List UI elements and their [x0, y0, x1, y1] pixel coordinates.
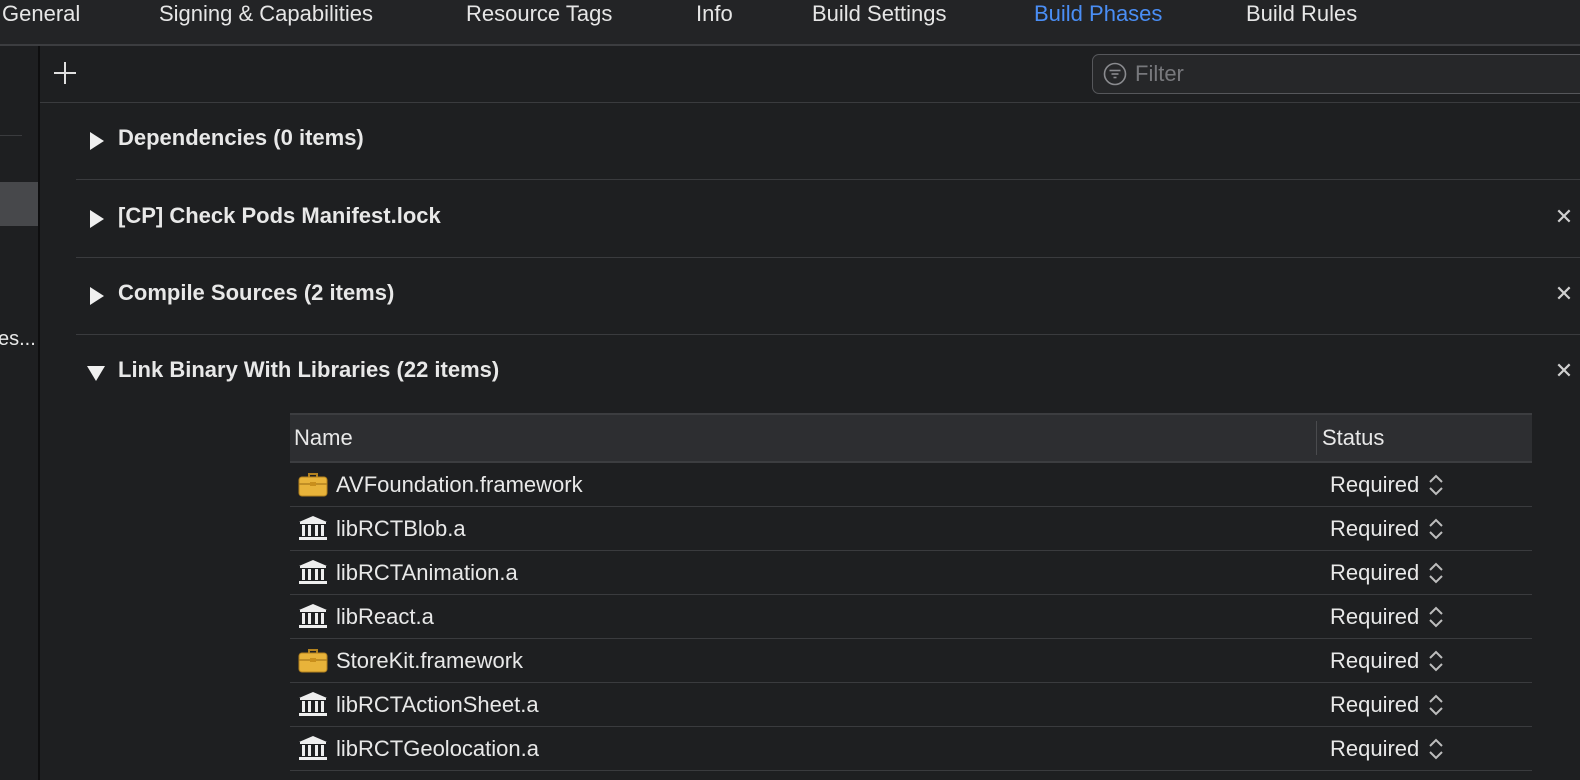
- chevron-up-down-icon[interactable]: [1428, 517, 1444, 541]
- library-building-icon: [298, 691, 328, 717]
- library-name: StoreKit.framework: [336, 648, 524, 673]
- library-name: libRCTGeolocation.a: [336, 736, 539, 761]
- table-row[interactable]: StoreKit.framework Required: [290, 639, 1532, 683]
- library-name: libRCTAnimation.a: [336, 560, 518, 585]
- sidebar-divider: [0, 135, 22, 136]
- status-popup[interactable]: Required: [1330, 472, 1419, 498]
- phase-compile-sources: Compile Sources (2 items) ✕: [76, 257, 1580, 335]
- libraries-table: Name Status AVFoundation.framework Requir…: [290, 413, 1532, 771]
- phases-toolbar: [40, 46, 1580, 103]
- phase-title[interactable]: [CP] Check Pods Manifest.lock: [118, 203, 441, 229]
- tab-bar: General Signing & Capabilities Resource …: [0, 0, 1580, 46]
- status-popup[interactable]: Required: [1330, 516, 1419, 542]
- filter-icon: [1103, 62, 1127, 86]
- filter-input[interactable]: [1135, 59, 1575, 89]
- status-popup[interactable]: Required: [1330, 648, 1419, 674]
- phase-dependencies: Dependencies (0 items): [76, 102, 1580, 180]
- library-name: libReact.a: [336, 604, 434, 629]
- tab-info[interactable]: Info: [696, 0, 733, 28]
- phase-title[interactable]: Compile Sources (2 items): [118, 280, 394, 306]
- chevron-up-down-icon[interactable]: [1428, 473, 1444, 497]
- status-popup[interactable]: Required: [1330, 736, 1419, 762]
- column-header-status[interactable]: Status: [1322, 425, 1384, 451]
- table-row[interactable]: libRCTBlob.a Required: [290, 507, 1532, 551]
- tab-build-settings[interactable]: Build Settings: [812, 0, 947, 28]
- status-popup[interactable]: Required: [1330, 692, 1419, 718]
- status-popup[interactable]: Required: [1330, 560, 1419, 586]
- plus-icon[interactable]: [50, 58, 80, 88]
- tab-resource-tags[interactable]: Resource Tags: [466, 0, 612, 28]
- targets-sidebar: es...: [0, 46, 40, 780]
- phase-title[interactable]: Link Binary With Libraries (22 items): [118, 357, 499, 383]
- disclosure-triangle-collapsed-icon[interactable]: [86, 131, 106, 151]
- table-header: Name Status: [290, 413, 1532, 463]
- filter-field[interactable]: [1092, 54, 1580, 94]
- sidebar-selected-item[interactable]: [0, 182, 38, 226]
- framework-toolbox-icon: [298, 647, 328, 673]
- table-row[interactable]: libRCTGeolocation.a Required: [290, 727, 1532, 771]
- library-building-icon: [298, 735, 328, 761]
- chevron-up-down-icon[interactable]: [1428, 561, 1444, 585]
- library-building-icon: [298, 559, 328, 585]
- disclosure-triangle-expanded-icon[interactable]: [86, 363, 106, 383]
- close-icon[interactable]: ✕: [1554, 205, 1574, 229]
- tab-general[interactable]: General: [2, 0, 80, 28]
- column-header-name[interactable]: Name: [294, 425, 353, 451]
- phase-check-pods-manifest: [CP] Check Pods Manifest.lock ✕: [76, 180, 1580, 258]
- tab-build-rules[interactable]: Build Rules: [1246, 0, 1357, 28]
- close-icon[interactable]: ✕: [1554, 282, 1574, 306]
- library-name: AVFoundation.framework: [336, 472, 583, 497]
- phase-link-binary-with-libraries: Link Binary With Libraries (22 items) ✕: [76, 334, 1580, 411]
- disclosure-triangle-collapsed-icon[interactable]: [86, 286, 106, 306]
- sidebar-item-label[interactable]: es...: [0, 328, 36, 351]
- chevron-up-down-icon[interactable]: [1428, 649, 1444, 673]
- table-row[interactable]: libRCTAnimation.a Required: [290, 551, 1532, 595]
- table-row[interactable]: AVFoundation.framework Required: [290, 463, 1532, 507]
- disclosure-triangle-collapsed-icon[interactable]: [86, 209, 106, 229]
- tab-signing-capabilities[interactable]: Signing & Capabilities: [159, 0, 373, 28]
- column-divider[interactable]: [1316, 421, 1317, 455]
- chevron-up-down-icon[interactable]: [1428, 605, 1444, 629]
- library-building-icon: [298, 603, 328, 629]
- close-icon[interactable]: ✕: [1554, 359, 1574, 383]
- library-name: libRCTBlob.a: [336, 516, 466, 541]
- status-popup[interactable]: Required: [1330, 604, 1419, 630]
- table-row[interactable]: libReact.a Required: [290, 595, 1532, 639]
- phase-title[interactable]: Dependencies (0 items): [118, 125, 364, 151]
- build-phases-editor: Dependencies (0 items) [CP] Check Pods M…: [40, 46, 1580, 780]
- table-row[interactable]: libRCTActionSheet.a Required: [290, 683, 1532, 727]
- tab-build-phases[interactable]: Build Phases: [1034, 0, 1162, 28]
- framework-toolbox-icon: [298, 471, 328, 497]
- chevron-up-down-icon[interactable]: [1428, 693, 1444, 717]
- chevron-up-down-icon[interactable]: [1428, 737, 1444, 761]
- library-name: libRCTActionSheet.a: [336, 692, 539, 717]
- library-building-icon: [298, 515, 328, 541]
